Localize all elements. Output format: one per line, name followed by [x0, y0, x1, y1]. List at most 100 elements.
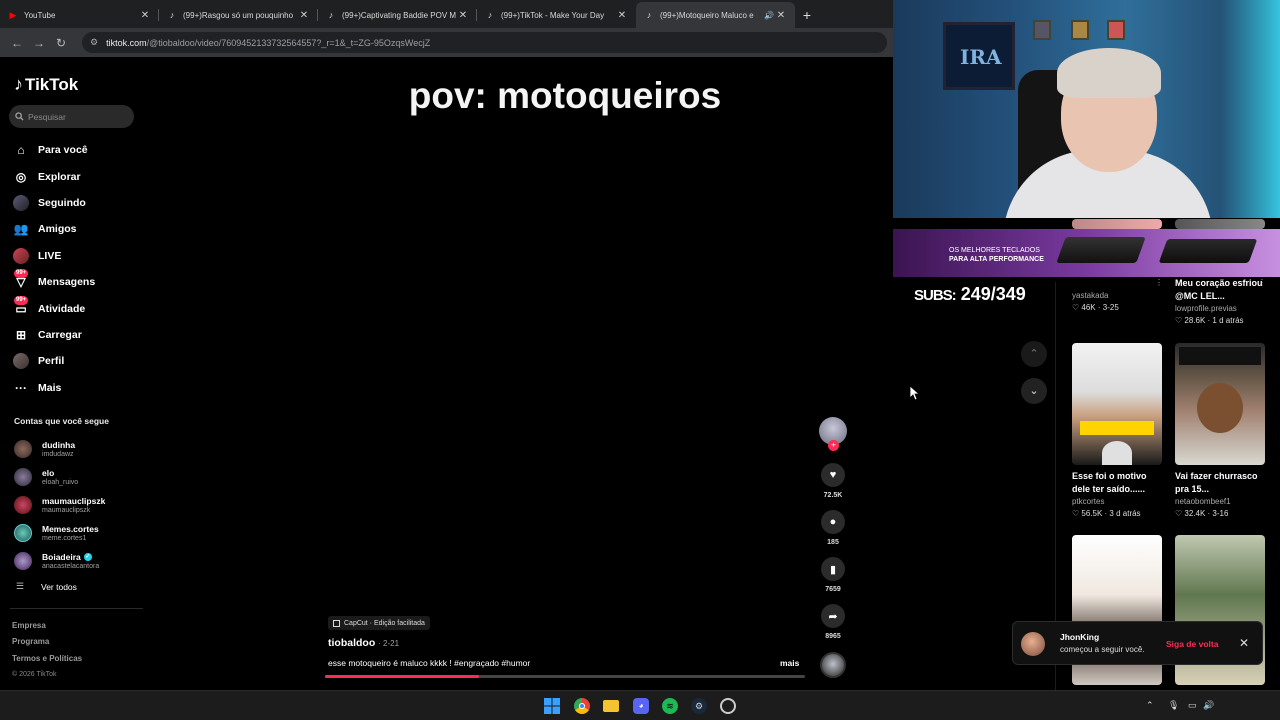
compass-icon: ◎ [15, 169, 27, 184]
rec-meta: ♡ 46K · 3-25 [1072, 303, 1119, 312]
previous-video-button[interactable]: ⌃ [1021, 341, 1047, 367]
recommended-video[interactable]: Meu coração esfriou @MC LEL... lowprofil… [1175, 219, 1265, 325]
site-info-icon[interactable]: ⚙ [90, 37, 98, 48]
share-button[interactable]: ➦ 8965 [816, 604, 850, 651]
close-tab-icon[interactable]: ✕ [139, 10, 151, 21]
tiktok-page: ♪ TikTok Pesquisar ⌂ Para você ◎ Explora… [0, 57, 893, 690]
footer-link[interactable]: Termos e Políticas [12, 651, 82, 667]
rec-meta: ♡ 28.6K · 1 d atrás [1175, 316, 1244, 325]
following-name: dudinha [42, 440, 76, 450]
speaker-icon[interactable]: 🔊 [763, 11, 775, 20]
spotify-icon[interactable]: ≋ [661, 697, 679, 715]
nav-label: Para você [38, 144, 88, 157]
logo-text: TikTok [25, 74, 79, 94]
author-name: tiobaldoo [328, 637, 376, 649]
close-tab-icon[interactable]: ✕ [775, 10, 787, 21]
like-button[interactable]: ♥ 72.5K [816, 463, 850, 510]
recommended-video[interactable]: Esse foi o motivo dele ter saído...... p… [1072, 343, 1162, 518]
creator-avatar-button[interactable]: + [816, 417, 850, 463]
nav-item-mensagens[interactable]: ▽ 99+ Mensagens [12, 269, 95, 295]
rec-date: 1 d atrás [1212, 316, 1244, 325]
comment-button[interactable]: ● 185 [816, 510, 850, 557]
following-item[interactable]: elo eloah_ruivo [14, 463, 105, 491]
video-author[interactable]: tiobaldoo · 2-21 [328, 637, 399, 649]
volume-icon[interactable]: 🔊 [1203, 700, 1214, 711]
footer-link[interactable]: Programa [12, 634, 82, 650]
rec-date: 3-16 [1212, 509, 1229, 518]
file-explorer-icon[interactable] [602, 697, 620, 715]
tiktok-logo[interactable]: ♪ TikTok [14, 74, 78, 95]
follow-back-button[interactable]: Siga de volta [1166, 639, 1218, 649]
nav-item-perfil[interactable]: Perfil [12, 348, 95, 374]
address-bar[interactable]: ⚙ tiktok.com /@tiobaldoo/video/760945213… [82, 32, 887, 53]
see-all-button[interactable]: ☰ Ver todos [16, 581, 77, 592]
forward-icon[interactable]: → [28, 36, 50, 50]
next-video-button[interactable]: ⌄ [1021, 378, 1047, 404]
search-input[interactable]: Pesquisar [9, 105, 134, 128]
rec-user: ptkcortes [1072, 497, 1105, 506]
tab-tiktok-active[interactable]: ♪ (99+)Motoqueiro Maluco e 🔊 ✕ [636, 2, 795, 28]
network-icon[interactable]: ▭ [1188, 700, 1197, 711]
see-all-label: Ver todos [41, 581, 77, 592]
nav-item-live[interactable]: LIVE [12, 243, 95, 269]
save-button[interactable]: ▮ 7659 [816, 557, 850, 604]
screen: ▶ YouTube ✕ ♪ (99+)Rasgou só um pouquinh… [0, 0, 1280, 720]
tab-youtube[interactable]: ▶ YouTube ✕ [0, 2, 159, 28]
footer-link[interactable]: Empresa [12, 618, 82, 634]
banner-line-2: PARA ALTA PERFORMANCE [949, 256, 1044, 263]
avatar [14, 552, 32, 570]
messages-icon: ▽ 99+ [14, 269, 29, 290]
back-icon[interactable]: ← [6, 36, 28, 50]
new-tab-button[interactable]: + [795, 2, 819, 28]
nav-item-amigos[interactable]: 👥 Amigos [12, 216, 95, 242]
following-item[interactable]: dudinha imdudawz [14, 435, 105, 463]
rec-likes: 46K [1081, 303, 1096, 312]
capcut-tag[interactable]: CapCut · Edição facilitada [328, 616, 430, 630]
nav-item-para-voce[interactable]: ⌂ Para você [12, 137, 95, 163]
following-name-text: Boiadeira [42, 552, 81, 562]
nav-item-atividade[interactable]: ▭ 99+ Atividade [12, 295, 95, 321]
tiktok-icon: ♪ [169, 10, 175, 20]
show-hidden-icons[interactable]: ⌃ [1146, 700, 1154, 711]
recommended-video[interactable]: yastakada ♡ 46K · 3-25 [1072, 219, 1162, 312]
video-thumbnail [1072, 219, 1162, 229]
following-item[interactable]: Boiadeira ✓ anacastelacantora [14, 547, 105, 575]
follow-plus-icon[interactable]: + [828, 440, 839, 451]
subs-value: 249/349 [960, 284, 1026, 304]
obs-icon[interactable] [719, 697, 737, 715]
recommended-video[interactable]: Vai fazer churrasco pra 15... netaobombe… [1175, 343, 1265, 518]
following-item[interactable]: Memes.cortes meme.cortes1 [14, 519, 105, 547]
video-progress-bar[interactable] [325, 675, 805, 678]
following-handle: anacastelacantora [42, 563, 100, 570]
video-overlay-text: pov: motoqueiros [408, 75, 722, 116]
nav-item-carregar[interactable]: ⊞ Carregar [12, 322, 95, 348]
search-placeholder: Pesquisar [28, 111, 66, 122]
close-icon[interactable]: ✕ [1239, 636, 1249, 650]
more-button[interactable]: mais [780, 658, 799, 668]
windows-start-icon[interactable] [543, 697, 561, 715]
close-tab-icon[interactable]: ✕ [616, 10, 628, 21]
close-tab-icon[interactable]: ✕ [298, 10, 310, 21]
nav-item-mais[interactable]: ··· Mais [12, 375, 95, 401]
activity-badge: 99+ [14, 295, 29, 305]
tab-tiktok-2[interactable]: ♪ (99+)Captivating Baddie POV M ✕ [318, 2, 477, 28]
nav-item-seguindo[interactable]: Seguindo [12, 190, 95, 216]
steam-icon[interactable]: ⚙ [690, 697, 708, 715]
tiktok-icon: ♪ [328, 10, 334, 20]
discord-icon[interactable]: ◕ [632, 697, 650, 715]
reload-icon[interactable]: ↻ [50, 36, 72, 50]
following-item[interactable]: maumauclipszk maumauclipszk [14, 491, 105, 519]
nav-label: Mais [38, 381, 62, 394]
following-list: dudinha imdudawz elo eloah_ruivo maumaucli… [14, 435, 105, 575]
close-tab-icon[interactable]: ✕ [457, 10, 469, 21]
home-icon: ⌂ [17, 143, 25, 158]
more-options-icon[interactable]: ⋮ [1258, 278, 1280, 287]
tab-tiktok-3[interactable]: ♪ (99+)TikTok - Make Your Day ✕ [477, 2, 636, 28]
chrome-icon[interactable] [573, 697, 591, 715]
capcut-icon [333, 619, 340, 627]
microphone-icon[interactable]: 🎙 [1168, 700, 1179, 711]
rec-date: 3-25 [1102, 303, 1119, 312]
music-disc-icon[interactable] [820, 652, 846, 678]
nav-item-explorar[interactable]: ◎ Explorar [12, 163, 95, 189]
tab-tiktok-1[interactable]: ♪ (99+)Rasgou só um pouquinho ✕ [159, 2, 318, 28]
